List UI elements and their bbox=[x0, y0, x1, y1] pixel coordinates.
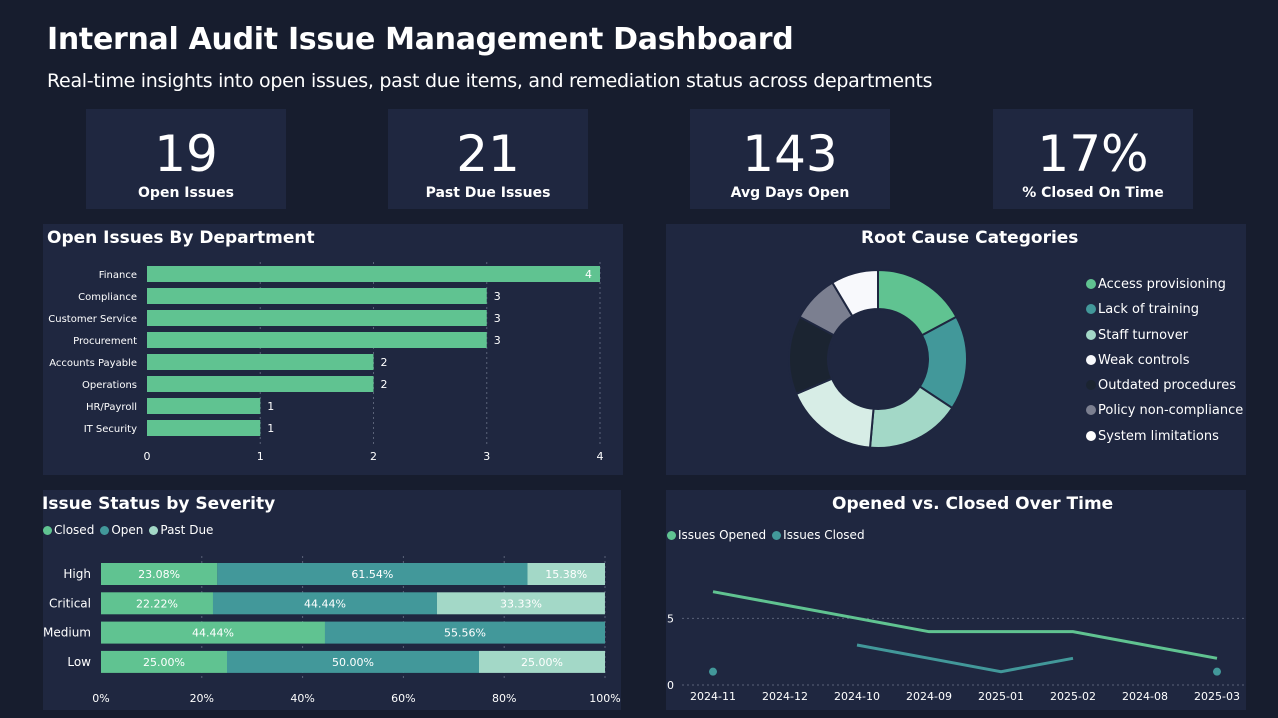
legend-dot-icon bbox=[1086, 405, 1096, 416]
legend-label: Outdated procedures bbox=[1098, 378, 1236, 394]
legend-item: Policy non-compliance bbox=[1086, 402, 1243, 427]
severity-legend: Closed Open Past Due bbox=[43, 523, 219, 537]
legend-dot-icon bbox=[1086, 329, 1096, 340]
x-tick-label: 2025-03 bbox=[1194, 690, 1240, 703]
legend-label: Staff turnover bbox=[1098, 327, 1189, 343]
series-line bbox=[856, 643, 1074, 674]
legend-item: Outdated procedures bbox=[1086, 377, 1243, 402]
legend-dot-icon bbox=[149, 526, 159, 535]
legend-dot-icon bbox=[1086, 430, 1096, 441]
legend-item: Closed bbox=[43, 523, 94, 537]
line-point bbox=[1213, 667, 1221, 676]
legend-dot-icon bbox=[1086, 354, 1096, 365]
legend-item: Weak controls bbox=[1086, 352, 1243, 377]
legend-label: Policy non-compliance bbox=[1098, 403, 1244, 419]
root-cause-legend: Access provisioning Lack of training Staff… bbox=[1086, 276, 1243, 453]
x-tick-label: 2024-11 bbox=[690, 690, 736, 703]
legend-label: Access provisioning bbox=[1098, 277, 1226, 292]
legend-label: Lack of training bbox=[1098, 302, 1200, 318]
y-tick-label: 5 bbox=[667, 612, 674, 625]
legend-dot-icon bbox=[1086, 304, 1096, 315]
legend-dot-icon bbox=[1086, 380, 1096, 391]
legend-item: Issues Opened bbox=[667, 528, 766, 542]
legend-item: Open bbox=[100, 523, 143, 537]
legend-item: Lack of training bbox=[1086, 301, 1243, 326]
legend-item: Issues Closed bbox=[772, 528, 865, 542]
legend-item: System limitations bbox=[1086, 428, 1243, 453]
legend-dot-icon bbox=[772, 531, 782, 540]
legend-dot-icon bbox=[43, 526, 52, 535]
legend-label: Issues Opened bbox=[678, 528, 767, 542]
legend-dot-icon bbox=[100, 526, 110, 535]
legend-label: Weak controls bbox=[1098, 352, 1190, 368]
x-tick-label: 2024-12 bbox=[762, 690, 808, 703]
legend-label: Issues Closed bbox=[783, 528, 865, 542]
legend-dot-icon bbox=[1086, 279, 1096, 289]
legend-item: Staff turnover bbox=[1086, 327, 1243, 352]
time-legend: Issues Opened Issues Closed bbox=[667, 528, 871, 542]
x-tick-label: 2024-09 bbox=[906, 690, 952, 703]
line-point bbox=[709, 667, 717, 676]
x-tick-label: 2024-08 bbox=[1122, 690, 1168, 703]
y-tick-label: 0 bbox=[667, 679, 674, 692]
x-tick-label: 2025-02 bbox=[1050, 690, 1096, 703]
legend-item: Access provisioning bbox=[1086, 276, 1243, 301]
legend-item: Past Due bbox=[149, 523, 213, 537]
legend-label: Closed bbox=[54, 523, 95, 537]
x-tick-label: 2024-10 bbox=[834, 690, 880, 703]
x-tick-label: 2025-01 bbox=[978, 690, 1024, 703]
legend-label: Past Due bbox=[160, 523, 214, 537]
legend-dot-icon bbox=[667, 531, 676, 540]
legend-label: Open bbox=[111, 523, 144, 537]
series-line bbox=[712, 590, 1218, 660]
legend-label: System limitations bbox=[1098, 428, 1219, 444]
